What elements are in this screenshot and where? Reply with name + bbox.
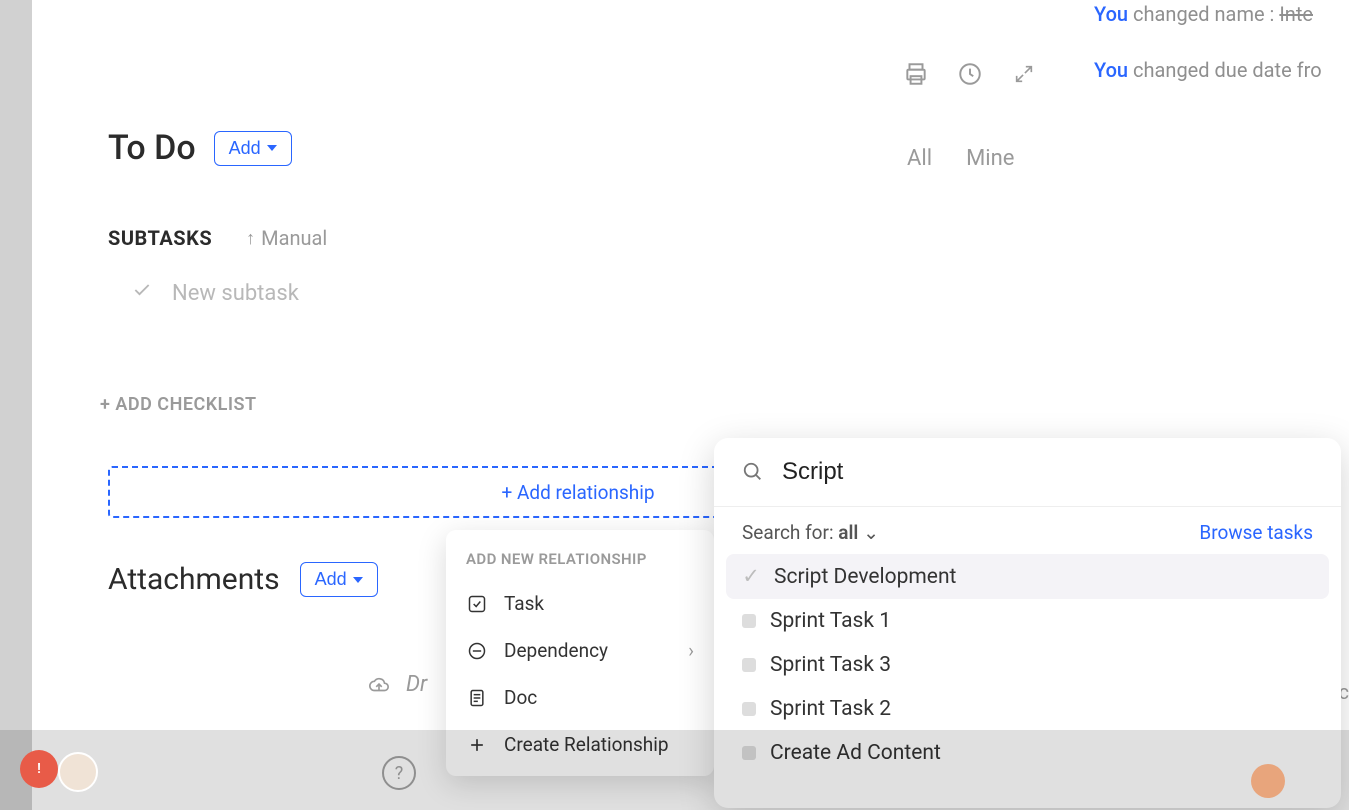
search-result-item[interactable]: Sprint Task 1 xyxy=(726,599,1329,643)
search-result-item[interactable]: Sprint Task 2 xyxy=(726,687,1329,731)
search-meta-row: Search for: all ⌄ Browse tasks xyxy=(714,507,1341,554)
activity-filter-tabs: All Mine xyxy=(907,146,1014,171)
task-header: To Do Add xyxy=(108,128,292,168)
search-result-item[interactable]: Create Ad Content xyxy=(726,731,1329,775)
add-dropdown-button[interactable]: Add xyxy=(214,131,292,166)
result-label: Sprint Task 1 xyxy=(770,609,891,633)
relationship-menu-doc[interactable]: Doc xyxy=(446,674,714,721)
search-header xyxy=(714,438,1341,507)
help-icon[interactable]: ? xyxy=(382,756,416,790)
activity-actor: You xyxy=(1094,2,1128,26)
doc-icon xyxy=(466,687,488,709)
activity-entry: You changed due date fro xyxy=(1094,56,1349,84)
activity-text: changed name : xyxy=(1133,2,1279,26)
activity-log: You changed name : Inte You changed due … xyxy=(1094,0,1349,112)
status-square-icon xyxy=(742,658,756,672)
search-for-label: Search for: xyxy=(742,521,834,544)
subtasks-label: SUBTASKS xyxy=(108,226,212,250)
user-avatar-small[interactable] xyxy=(1251,764,1285,798)
add-button-label: Add xyxy=(229,138,261,159)
status-square-icon xyxy=(742,702,756,716)
printer-icon[interactable] xyxy=(902,60,930,88)
menu-item-label: Doc xyxy=(504,686,694,709)
activity-entry: You changed name : Inte xyxy=(1094,0,1349,28)
task-title: To Do xyxy=(108,128,196,168)
task-search-panel: Search for: all ⌄ Browse tasks ✓ Script … xyxy=(714,438,1341,808)
check-icon xyxy=(132,280,152,306)
task-checkbox-icon xyxy=(466,593,488,615)
dependency-icon xyxy=(466,640,488,662)
search-result-item[interactable]: ✓ Script Development xyxy=(726,554,1329,599)
attachments-add-label: Add xyxy=(315,569,347,590)
result-label: Create Ad Content xyxy=(770,741,941,765)
menu-item-label: Dependency xyxy=(504,639,672,662)
notification-badge[interactable]: ! xyxy=(20,750,58,788)
relationship-menu-dependency[interactable]: Dependency › xyxy=(446,627,714,674)
tab-mine[interactable]: Mine xyxy=(966,146,1014,171)
plus-icon xyxy=(466,734,488,756)
add-relationship-label: + Add relationship xyxy=(501,481,654,504)
chevron-down-icon xyxy=(267,145,277,151)
status-square-icon xyxy=(742,746,756,760)
browse-tasks-link[interactable]: Browse tasks xyxy=(1199,521,1313,544)
activity-text: changed due date fro xyxy=(1133,58,1322,82)
check-icon: ✓ xyxy=(742,564,760,589)
left-dim-overlay xyxy=(0,0,32,810)
dropzone-label: Dr xyxy=(406,672,427,697)
cloud-upload-icon xyxy=(368,674,390,696)
new-subtask-placeholder: New subtask xyxy=(172,281,299,306)
relationship-menu-task[interactable]: Task xyxy=(446,580,714,627)
attachments-header: Attachments Add xyxy=(108,562,378,597)
search-icon xyxy=(742,461,764,483)
relationship-menu-create[interactable]: Create Relationship xyxy=(446,721,714,768)
history-icon[interactable] xyxy=(956,60,984,88)
attachments-title: Attachments xyxy=(108,562,280,597)
activity-old-value: Inte xyxy=(1279,2,1313,26)
attachments-add-button[interactable]: Add xyxy=(300,562,378,597)
user-avatar[interactable] xyxy=(58,752,98,792)
subtasks-sort-button[interactable]: ↑ Manual xyxy=(246,226,327,250)
tab-all[interactable]: All xyxy=(907,146,932,171)
search-for-value: all xyxy=(838,521,858,544)
status-square-icon xyxy=(742,614,756,628)
relationship-menu-header: ADD NEW RELATIONSHIP xyxy=(446,544,714,580)
result-label: Script Development xyxy=(774,565,956,589)
relationship-type-menu: ADD NEW RELATIONSHIP Task Dependency › D… xyxy=(446,530,714,776)
subtasks-sort-label: Manual xyxy=(261,226,327,250)
result-label: Sprint Task 3 xyxy=(770,653,891,677)
new-subtask-row[interactable]: New subtask xyxy=(132,280,299,306)
task-detail-panel: You changed name : Inte You changed due … xyxy=(32,0,1349,810)
arrow-up-icon: ↑ xyxy=(246,228,255,249)
subtasks-header: SUBTASKS ↑ Manual xyxy=(108,226,327,250)
result-label: Sprint Task 2 xyxy=(770,697,891,721)
chevron-right-icon: › xyxy=(688,639,694,662)
search-result-item[interactable]: Sprint Task 3 xyxy=(726,643,1329,687)
top-action-bar xyxy=(902,60,1038,88)
chevron-down-icon: ⌄ xyxy=(863,521,879,544)
add-checklist-button[interactable]: + ADD CHECKLIST xyxy=(100,394,257,415)
notification-badge-text: ! xyxy=(37,761,41,777)
activity-actor: You xyxy=(1094,58,1128,82)
search-input[interactable] xyxy=(782,458,1313,486)
search-scope[interactable]: Search for: all ⌄ xyxy=(742,521,879,544)
search-results: ✓ Script Development Sprint Task 1 Sprin… xyxy=(714,554,1341,775)
attachments-dropzone[interactable]: Dr xyxy=(368,672,427,697)
chevron-down-icon xyxy=(353,577,363,583)
expand-icon[interactable] xyxy=(1010,60,1038,88)
menu-item-label: Task xyxy=(504,592,694,615)
menu-item-label: Create Relationship xyxy=(504,733,694,756)
